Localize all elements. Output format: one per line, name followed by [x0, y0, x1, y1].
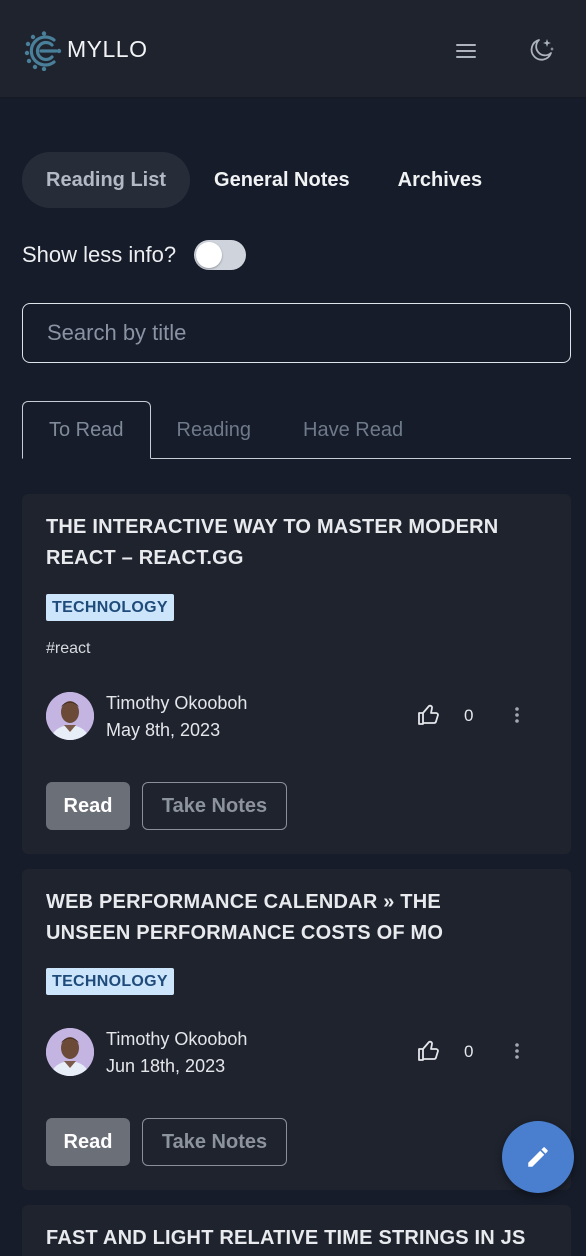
more-options-icon[interactable]	[507, 705, 527, 725]
show-less-info-row: Show less info?	[22, 240, 247, 270]
toggle-knob	[196, 242, 223, 268]
author-name: Timothy Okooboh	[106, 1029, 248, 1049]
article-title[interactable]: THE INTERACTIVE WAY TO MASTER MODERN REA…	[46, 512, 526, 574]
new-note-fab[interactable]	[502, 1121, 574, 1193]
tab-reading[interactable]: Reading	[151, 401, 278, 459]
take-notes-button[interactable]: Take Notes	[142, 782, 287, 830]
avatar	[46, 1028, 94, 1076]
category-badge: TECHNOLOGY	[46, 968, 174, 995]
app-header: MYLLO	[0, 0, 586, 98]
article-date: Jun 18th, 2023	[106, 1056, 226, 1076]
brand-name: MYLLO	[67, 36, 148, 62]
avatar	[46, 692, 94, 740]
article-tag: #react	[46, 640, 91, 657]
tab-have-read[interactable]: Have Read	[277, 401, 429, 459]
pencil-icon	[528, 1147, 548, 1167]
tab-archives[interactable]: Archives	[374, 152, 507, 208]
thumbs-up-icon[interactable]	[417, 703, 441, 727]
like-count: 0	[464, 1042, 474, 1061]
show-less-info-label: Show less info?	[22, 242, 177, 267]
article-card: FAST AND LIGHT RELATIVE TIME STRINGS IN …	[22, 1205, 571, 1256]
search-input[interactable]	[22, 303, 571, 363]
like-count: 0	[464, 706, 474, 725]
tab-to-read[interactable]: To Read	[22, 401, 151, 459]
moon-stars-icon[interactable]	[527, 36, 555, 64]
article-card: WEB PERFORMANCE CALENDAR » THE UNSEEN PE…	[22, 869, 571, 1190]
tab-reading-list[interactable]: Reading List	[22, 152, 191, 208]
hamburger-menu-icon[interactable]	[454, 39, 478, 63]
article-card: THE INTERACTIVE WAY TO MASTER MODERN REA…	[22, 494, 571, 854]
reading-status-tabs: To Read Reading Have Read	[22, 401, 571, 459]
read-button[interactable]: Read	[46, 1118, 130, 1166]
more-options-icon[interactable]	[507, 1041, 527, 1061]
thumbs-up-icon[interactable]	[417, 1039, 441, 1063]
myllo-logo-icon	[24, 31, 62, 71]
show-less-info-toggle[interactable]	[194, 240, 247, 270]
take-notes-button[interactable]: Take Notes	[142, 1118, 287, 1166]
category-badge: TECHNOLOGY	[46, 594, 174, 621]
read-button[interactable]: Read	[46, 782, 130, 830]
article-date: May 8th, 2023	[106, 720, 221, 740]
article-title[interactable]: WEB PERFORMANCE CALENDAR » THE UNSEEN PE…	[46, 887, 526, 949]
author-name: Timothy Okooboh	[106, 693, 248, 713]
tab-general-notes[interactable]: General Notes	[190, 152, 374, 208]
main-tabs: Reading List General Notes Archives	[22, 152, 506, 208]
article-title[interactable]: FAST AND LIGHT RELATIVE TIME STRINGS IN …	[46, 1223, 546, 1254]
